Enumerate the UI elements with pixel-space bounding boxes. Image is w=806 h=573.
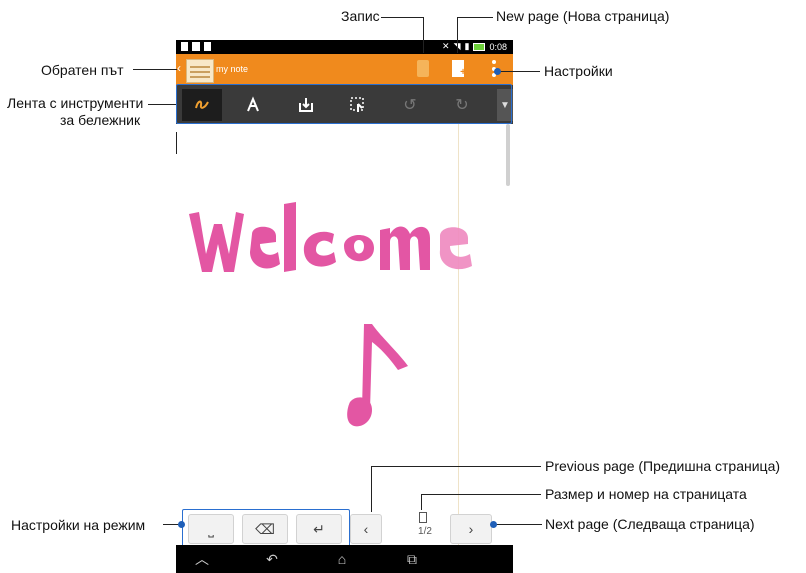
callout-back: Обратен път xyxy=(41,62,124,78)
sdcard-icon xyxy=(181,42,188,51)
next-page-button[interactable]: › xyxy=(450,514,492,544)
callout-record: Запис xyxy=(341,8,380,24)
callout-settings: Настройки xyxy=(544,63,613,79)
status-time: 0:08 xyxy=(489,41,507,52)
page-number: 1/2 xyxy=(418,526,432,537)
mail-icon xyxy=(192,42,200,51)
status-bar: ✕ ◥ ▮ 0:08 xyxy=(176,40,513,54)
mode-settings-group xyxy=(182,509,350,549)
previous-page-button[interactable]: ‹ xyxy=(350,514,382,544)
note-canvas[interactable]: ⎵ ⌫ ↵ ‹ 1/2 › xyxy=(176,124,513,549)
system-nav-bar: ︿ ↶ ⌂ ⧉ xyxy=(176,545,513,573)
margin-line xyxy=(458,124,459,545)
handwritten-music-note xyxy=(347,324,408,427)
callout-toolbar-line1: Лента с инструменти xyxy=(7,95,144,111)
mute-icon: ✕ xyxy=(442,41,450,51)
new-page-icon[interactable]: + xyxy=(452,60,466,78)
back-icon[interactable]: ↶ xyxy=(252,549,292,569)
callout-next-page: Next page (Следваща страница) xyxy=(545,516,755,532)
callout-mode-settings: Настройки на режим xyxy=(11,517,146,533)
back-arrow-icon[interactable]: ‹ xyxy=(177,62,183,74)
note-title: my note xyxy=(216,64,249,74)
app-bar: ‹ my note + xyxy=(176,54,513,85)
callout-previous-page: Previous page (Предишна страница) xyxy=(545,458,781,474)
save-icon[interactable] xyxy=(417,60,429,77)
recent-apps-icon[interactable]: ⧉ xyxy=(392,549,432,569)
callout-toolbar-line2: за бележник xyxy=(60,112,141,128)
recent-up-icon[interactable]: ︿ xyxy=(182,549,222,569)
handwritten-welcome xyxy=(189,202,472,272)
signal-icon: ▮ xyxy=(464,41,470,51)
battery-icon xyxy=(473,43,486,51)
text-cursor xyxy=(176,132,177,154)
store-icon xyxy=(204,42,211,51)
callout-page-size: Размер и номер на страницата xyxy=(545,486,747,502)
notebook-icon[interactable] xyxy=(186,59,214,83)
home-icon[interactable]: ⌂ xyxy=(322,549,362,569)
page-size-icon xyxy=(419,512,427,523)
toolbar-highlight xyxy=(176,84,512,124)
callout-new-page: New page (Нова страница) xyxy=(496,8,670,24)
scrollbar[interactable] xyxy=(506,124,510,186)
